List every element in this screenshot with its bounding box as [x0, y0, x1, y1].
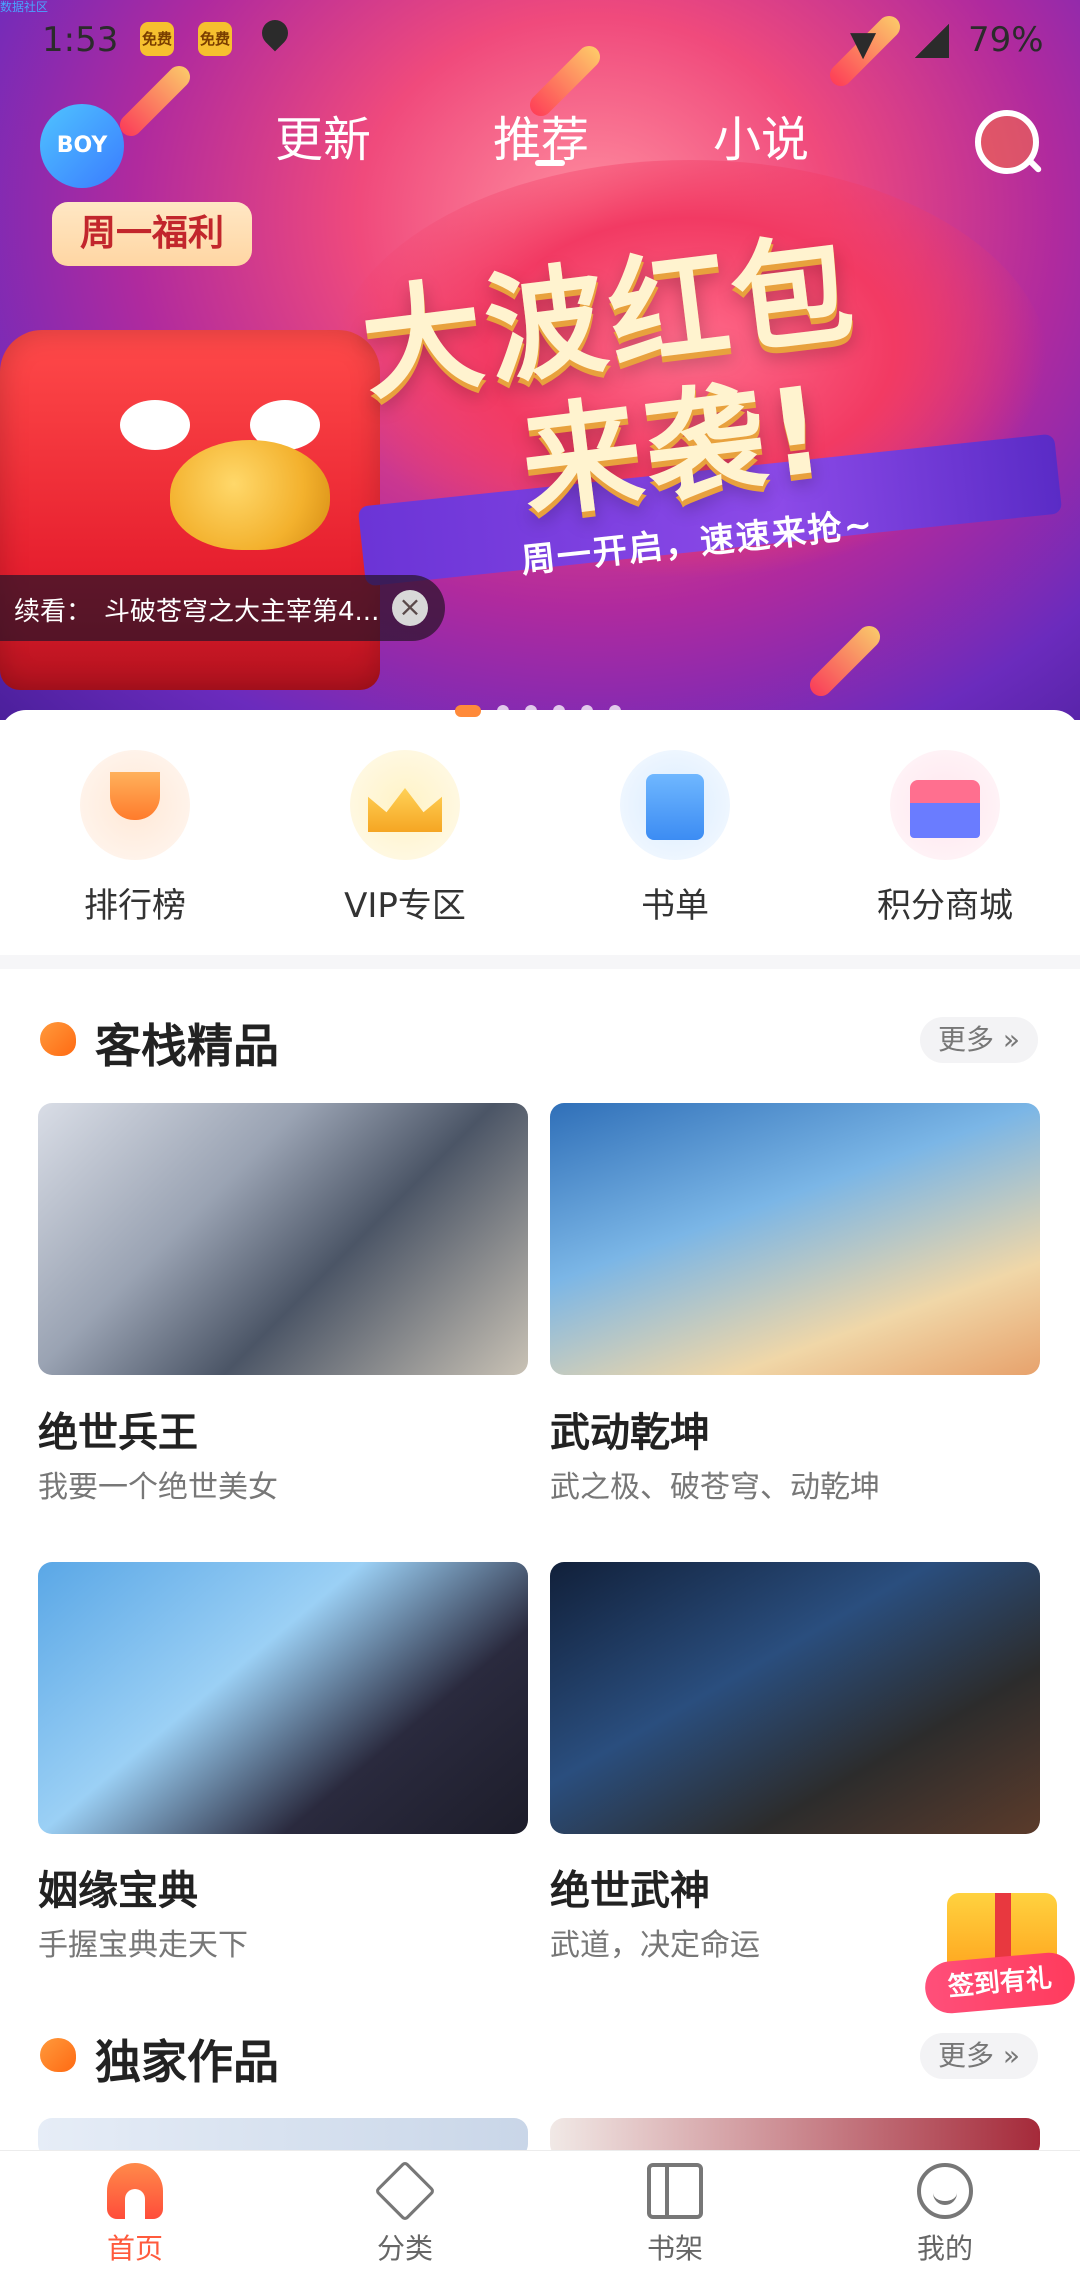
pagination-dot[interactable]	[497, 704, 509, 717]
active-tab-indicator	[535, 160, 565, 166]
section-title: 独家作品	[95, 2035, 279, 2089]
comic-subtitle: 手握宝典走天下	[38, 1928, 248, 1963]
quick-entry-ranking[interactable]: 排行榜	[25, 750, 245, 927]
bookshelf-icon	[647, 2163, 703, 2219]
quick-entry-label: 书单	[641, 886, 709, 926]
tab-update[interactable]: 更新	[275, 100, 371, 170]
banner-pagination	[455, 700, 637, 719]
comic-subtitle: 我要一个绝世美女	[38, 1470, 278, 1505]
category-icon	[374, 2160, 436, 2222]
close-icon[interactable]: ×	[392, 590, 428, 626]
comic-title[interactable]: 绝世兵王	[38, 1400, 198, 1458]
continue-reading-bar[interactable]: 续看： 斗破苍穹之大主宰第4... ×	[0, 575, 445, 641]
free-badge-icon: 免费	[198, 22, 232, 56]
nav-category[interactable]: 分类	[270, 2155, 540, 2267]
banner-headline-line2: 来袭!	[514, 360, 836, 537]
pagination-dot[interactable]	[609, 704, 621, 717]
home-icon	[107, 2163, 163, 2219]
comic-title[interactable]: 武动乾坤	[550, 1400, 710, 1458]
shop-icon	[890, 750, 1000, 860]
comic-subtitle: 武道，决定命运	[550, 1928, 760, 1963]
flame-icon	[40, 2038, 76, 2072]
nav-label: 分类	[376, 2232, 433, 2265]
banner-tag: 周一福利	[52, 202, 253, 266]
pagination-dot-active[interactable]	[455, 704, 481, 717]
flame-icon	[40, 1022, 76, 1056]
pagination-dot[interactable]	[525, 704, 537, 717]
more-button-label: 更多	[937, 2039, 994, 2072]
nav-label: 我的	[916, 2232, 973, 2265]
more-button[interactable]: 更多 »	[920, 1017, 1038, 1063]
comic-title[interactable]: 姻缘宝典	[38, 1858, 198, 1916]
comic-cover[interactable]	[550, 1562, 1040, 1834]
more-button-label: 更多	[937, 1023, 994, 1056]
continue-reading-label: 续看：	[14, 597, 93, 627]
nav-label: 首页	[106, 2232, 163, 2265]
book-icon	[620, 750, 730, 860]
status-bar: 1:53 免费 免费 ▼ 79%	[0, 0, 1080, 80]
comic-cover[interactable]	[38, 1562, 528, 1834]
nav-label: 书架	[646, 2232, 703, 2265]
profile-icon	[917, 2163, 973, 2219]
comic-title[interactable]: 绝世武神	[550, 1858, 710, 1916]
mascot-beak	[170, 440, 330, 550]
section-title: 客栈精品	[95, 1019, 279, 1073]
trophy-icon	[80, 750, 190, 860]
status-time: 1:53	[42, 20, 119, 60]
top-corner-label: 数据社区	[0, 0, 49, 14]
crown-icon	[350, 750, 460, 860]
user-avatar[interactable]: BOY	[40, 104, 124, 188]
signal-icon	[915, 24, 949, 58]
comic-cover[interactable]	[38, 1103, 528, 1375]
quick-entry-points-mall[interactable]: 积分商城	[835, 750, 1055, 927]
tab-novel[interactable]: 小说	[713, 100, 809, 170]
quick-entry-label: 积分商城	[877, 886, 1013, 926]
quick-entry-booklist[interactable]: 书单	[565, 750, 785, 927]
quick-entry-vip[interactable]: VIP专区	[295, 750, 515, 927]
quick-entry-label: VIP专区	[344, 886, 466, 926]
section-divider	[0, 955, 1080, 969]
battery-level: 79%	[968, 20, 1044, 60]
quick-entry-label: 排行榜	[84, 886, 186, 926]
pagination-dot[interactable]	[581, 704, 593, 717]
more-button[interactable]: 更多 »	[920, 2033, 1038, 2079]
rocket-decoration	[805, 621, 885, 701]
location-icon	[256, 14, 294, 52]
nav-profile[interactable]: 我的	[810, 2155, 1080, 2267]
wifi-icon: ▼	[850, 24, 877, 64]
mascot-eye	[120, 400, 190, 450]
comic-subtitle: 武之极、破苍穹、动乾坤	[550, 1470, 880, 1505]
sign-in-gift-button[interactable]: 签到有礼	[923, 1885, 1077, 2025]
nav-home[interactable]: 首页	[0, 2155, 270, 2267]
continue-reading-title: 斗破苍穹之大主宰第4...	[104, 597, 380, 627]
nav-bookshelf[interactable]: 书架	[540, 2155, 810, 2267]
comic-cover[interactable]	[550, 1103, 1040, 1375]
pagination-dot[interactable]	[553, 704, 565, 717]
free-badge-icon: 免费	[140, 22, 174, 56]
